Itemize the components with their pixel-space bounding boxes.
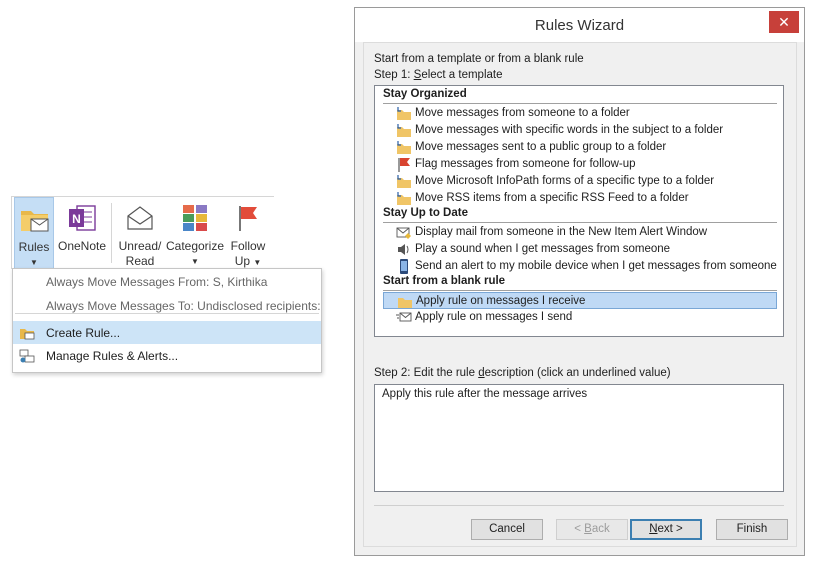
template-move-rss[interactable]: Move RSS items from a specific RSS Feed … [383, 190, 777, 207]
onenote-icon: N [69, 205, 96, 231]
flag-icon [398, 158, 410, 172]
onenote-label: OneNote [57, 239, 107, 253]
menu-separator [15, 313, 319, 314]
template-listbox[interactable]: Stay Organized Move messages from someon… [374, 85, 784, 337]
categorize-button[interactable]: Categorize ▼ [165, 197, 225, 269]
menu-item-create-rule[interactable]: Create Rule... [13, 321, 321, 344]
speaker-icon [398, 244, 409, 255]
menu-item-always-move-from[interactable]: Always Move Messages From: S, Kirthika [13, 271, 321, 293]
move-to-folder-icon [397, 124, 411, 137]
next-button[interactable]: Next > [630, 519, 702, 540]
categorize-label: Categorize [165, 239, 225, 253]
section-header-stay-up-to-date: Stay Up to Date [383, 207, 777, 223]
move-to-folder-icon [397, 141, 411, 154]
back-button[interactable]: < Back [556, 519, 628, 540]
move-to-folder-icon [397, 175, 411, 188]
move-to-folder-icon [397, 192, 411, 205]
menu-item-manage-rules[interactable]: Manage Rules & Alerts... [13, 345, 321, 367]
step1-label: Step 1: Select a template [374, 69, 503, 81]
button-separator [374, 505, 784, 506]
template-move-infopath[interactable]: Move Microsoft InfoPath forms of a speci… [383, 173, 777, 190]
section-header-blank-rule: Start from a blank rule [383, 275, 777, 291]
template-move-from-someone[interactable]: Move messages from someone to a folder [383, 105, 777, 122]
follow-up-button[interactable]: Follow Up ▼ [226, 197, 270, 269]
send-envelope-icon [396, 312, 412, 322]
manage-rules-icon [19, 349, 35, 363]
intro-text: Start from a template or from a blank ru… [374, 53, 584, 65]
template-apply-on-receive[interactable]: Apply rule on messages I receive [383, 292, 777, 309]
rule-description-box[interactable]: Apply this rule after the message arrive… [374, 384, 784, 492]
rules-dropdown-menu: Always Move Messages From: S, Kirthika A… [12, 268, 322, 373]
section-header-stay-organized: Stay Organized [383, 88, 777, 104]
template-apply-on-send[interactable]: Apply rule on messages I send [383, 309, 777, 326]
onenote-button[interactable]: N OneNote [56, 197, 108, 269]
create-rule-icon [20, 329, 35, 340]
finish-button[interactable]: Finish [716, 519, 788, 540]
template-play-sound[interactable]: Play a sound when I get messages from so… [383, 241, 777, 258]
template-mobile-alert[interactable]: Send an alert to my mobile device when I… [383, 258, 777, 275]
unread-read-button[interactable]: Unread/ Read [116, 197, 164, 269]
follow-label: Follow [230, 239, 266, 253]
flag-icon [239, 206, 257, 231]
rules-button[interactable]: Rules ▼ [14, 197, 54, 269]
rule-description-text: Apply this rule after the message arrive… [382, 388, 588, 400]
dialog-title: Rules Wizard [534, 17, 625, 34]
ribbon-group-move: Rules ▼ N OneNote Unread/ Read Categoriz… [11, 196, 274, 269]
categorize-caret-icon[interactable]: ▼ [165, 254, 225, 269]
receive-envelope-icon [398, 298, 412, 308]
close-icon: ✕ [778, 14, 790, 30]
rules-label: Rules [18, 240, 50, 254]
svg-text:N: N [72, 212, 81, 226]
template-move-specific-words[interactable]: Move messages with specific words in the… [383, 122, 777, 139]
template-move-public-group[interactable]: Move messages sent to a public group to … [383, 139, 777, 156]
read-label: Read [125, 254, 155, 268]
close-button[interactable]: ✕ [769, 11, 799, 33]
category-grid-icon [183, 205, 207, 231]
move-to-folder-icon [397, 107, 411, 120]
alert-envelope-icon [396, 227, 411, 239]
unread-label: Unread/ [118, 239, 162, 253]
mobile-device-icon [400, 259, 408, 274]
dialog-title-bar: Rules Wizard [355, 8, 804, 42]
ribbon-separator [111, 203, 112, 263]
rules-wizard-dialog: Rules Wizard ✕ Start from a template or … [354, 7, 805, 556]
folder-envelope-icon [21, 211, 49, 232]
template-display-alert[interactable]: Display mail from someone in the New Ite… [383, 224, 777, 241]
template-flag-follow-up[interactable]: Flag messages from someone for follow-up [383, 156, 777, 173]
cancel-button[interactable]: Cancel [471, 519, 543, 540]
step2-label: Step 2: Edit the rule description (click… [374, 367, 671, 379]
open-envelope-icon [127, 206, 153, 230]
